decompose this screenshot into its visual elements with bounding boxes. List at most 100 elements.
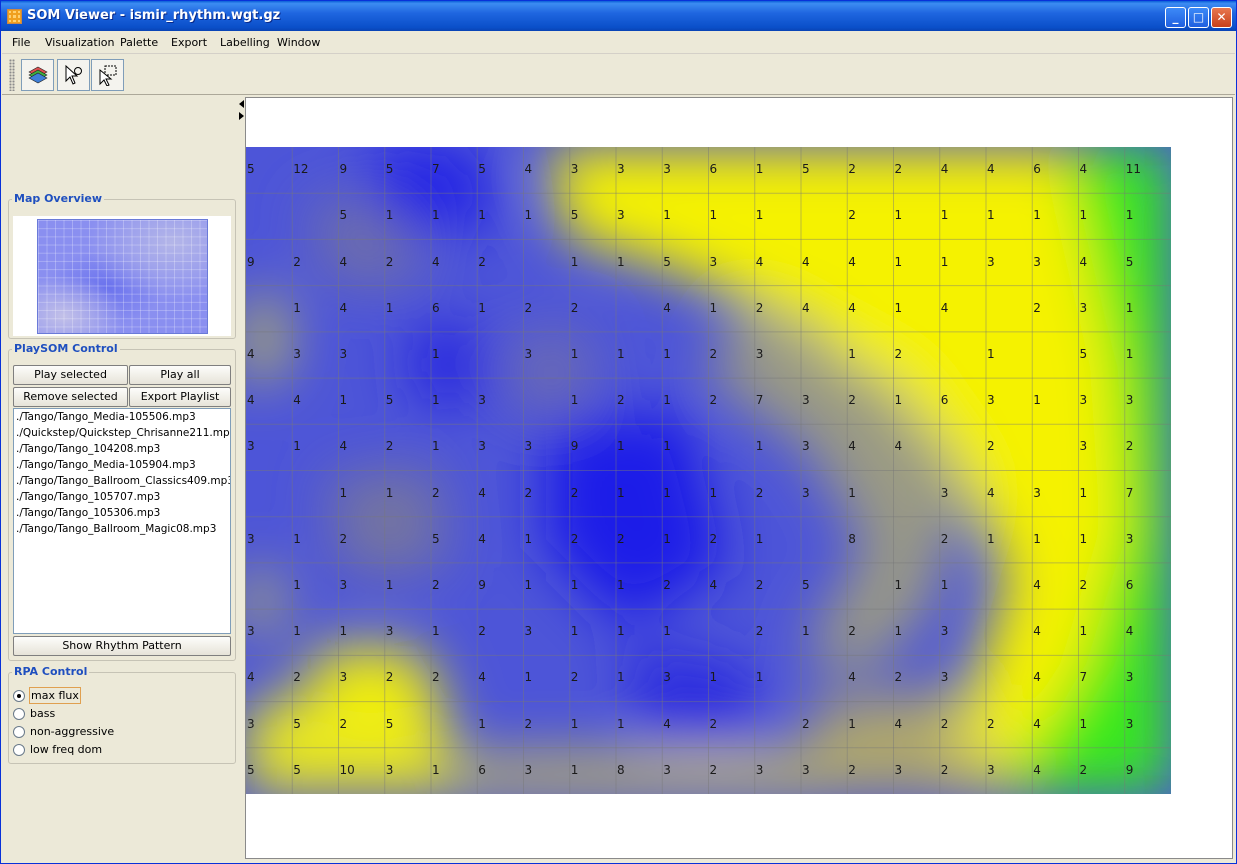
som-unit-count[interactable]: 1	[663, 532, 671, 546]
som-unit-count[interactable]: 2	[1080, 578, 1088, 592]
som-unit-count[interactable]: 4	[525, 162, 533, 176]
som-unit-count[interactable]: 1	[663, 208, 671, 222]
som-unit-count[interactable]: 2	[895, 347, 903, 361]
som-unit-count[interactable]: 1	[895, 301, 903, 315]
som-unit-count[interactable]: 3	[802, 393, 810, 407]
som-unit-count[interactable]: 4	[432, 255, 440, 269]
som-unit-count[interactable]: 1	[710, 486, 718, 500]
som-heatmap[interactable]: 5 12 9 5 7 5 4 3 3 3 6 1 5 2 2 4 4 6 4 11 5 1 1 1 1 5 3 1 1 1 2 1 1 1 1 1 1 9…	[246, 147, 1171, 794]
som-unit-count[interactable]: 5	[432, 532, 440, 546]
som-unit-count[interactable]: 1	[478, 301, 486, 315]
som-unit-count[interactable]: 1	[571, 717, 579, 731]
maximize-button[interactable]: □	[1188, 7, 1209, 28]
som-unit-count[interactable]: 2	[571, 670, 579, 684]
som-unit-count[interactable]: 5	[478, 162, 486, 176]
som-unit-count[interactable]: 1	[663, 624, 671, 638]
som-unit-count[interactable]: 3	[617, 208, 625, 222]
playlist-item[interactable]: ./Tango/Tango_Media-105904.mp3	[14, 457, 230, 473]
som-unit-count[interactable]: 2	[525, 301, 533, 315]
som-unit-count[interactable]: 1	[340, 486, 348, 500]
som-unit-count[interactable]: 4	[478, 486, 486, 500]
som-unit-count[interactable]: 3	[802, 763, 810, 777]
show-rhythm-pattern-button[interactable]: Show Rhythm Pattern	[13, 636, 231, 656]
som-unit-count[interactable]: 2	[386, 670, 394, 684]
play-all-button[interactable]: Play all	[129, 365, 231, 385]
radio-button[interactable]	[13, 744, 25, 756]
remove-selected-button[interactable]: Remove selected	[13, 387, 128, 407]
som-unit-count[interactable]: 5	[571, 208, 579, 222]
playlist-item[interactable]: ./Tango/Tango_Ballroom_Classics409.mp3	[14, 473, 230, 489]
som-unit-count[interactable]: 2	[663, 578, 671, 592]
som-unit-count[interactable]: 4	[987, 162, 995, 176]
som-unit-count[interactable]: 3	[1033, 486, 1041, 500]
som-unit-count[interactable]: 1	[710, 670, 718, 684]
som-unit-count[interactable]: 1	[941, 255, 949, 269]
som-unit-count[interactable]: 3	[802, 439, 810, 453]
menu-labelling[interactable]: Labelling	[220, 36, 270, 49]
som-unit-count[interactable]: 3	[525, 347, 533, 361]
som-unit-count[interactable]: 1	[525, 670, 533, 684]
playlist[interactable]: ./Tango/Tango_Media-105506.mp3 ./Quickst…	[13, 408, 231, 634]
expand-right-icon[interactable]	[239, 112, 244, 120]
som-unit-count[interactable]: 2	[756, 486, 764, 500]
som-unit-count[interactable]: 4	[848, 439, 856, 453]
som-unit-count[interactable]: 4	[941, 162, 949, 176]
som-unit-count[interactable]: 4	[663, 301, 671, 315]
som-unit-count[interactable]: 1	[478, 208, 486, 222]
som-unit-count[interactable]: 1	[1033, 532, 1041, 546]
som-unit-count[interactable]: 1	[1033, 208, 1041, 222]
som-unit-count[interactable]: 2	[432, 670, 440, 684]
som-unit-count[interactable]: 1	[340, 624, 348, 638]
som-unit-count[interactable]: 4	[1033, 717, 1041, 731]
som-unit-count[interactable]: 5	[386, 393, 394, 407]
som-unit-count[interactable]: 2	[432, 578, 440, 592]
som-unit-count[interactable]: 1	[386, 301, 394, 315]
som-unit-count[interactable]: 4	[1033, 578, 1041, 592]
som-unit-count[interactable]: 1	[1080, 624, 1088, 638]
som-unit-count[interactable]: 3	[987, 255, 995, 269]
som-unit-count[interactable]: 8	[617, 763, 625, 777]
som-unit-count[interactable]: 1	[617, 255, 625, 269]
som-unit-count[interactable]: 3	[617, 162, 625, 176]
som-unit-count[interactable]: 4	[848, 670, 856, 684]
som-unit-count[interactable]: 2	[941, 532, 949, 546]
radio-button[interactable]	[13, 708, 25, 720]
som-unit-count[interactable]: 3	[478, 439, 486, 453]
som-unit-count[interactable]: 1	[895, 208, 903, 222]
som-unit-count[interactable]: 4	[247, 393, 255, 407]
som-unit-count[interactable]: 1	[617, 486, 625, 500]
som-unit-count[interactable]: 2	[1033, 301, 1041, 315]
som-unit-count[interactable]: 4	[802, 301, 810, 315]
som-unit-count[interactable]: 1	[663, 347, 671, 361]
som-unit-count[interactable]: 2	[386, 439, 394, 453]
playlist-item[interactable]: ./Quickstep/Quickstep_Chrisanne211.mp3	[14, 425, 230, 441]
som-unit-count[interactable]: 4	[895, 439, 903, 453]
som-unit-count[interactable]: 7	[432, 162, 440, 176]
som-unit-count[interactable]: 1	[571, 393, 579, 407]
som-unit-count[interactable]: 2	[848, 393, 856, 407]
som-unit-count[interactable]: 6	[1033, 162, 1041, 176]
som-unit-count[interactable]: 3	[1126, 393, 1134, 407]
som-unit-count[interactable]: 11	[1126, 162, 1141, 176]
som-unit-count[interactable]: 1	[432, 208, 440, 222]
som-unit-count[interactable]: 2	[293, 670, 301, 684]
som-unit-count[interactable]: 1	[1126, 301, 1134, 315]
som-unit-count[interactable]: 1	[941, 578, 949, 592]
som-unit-count[interactable]: 2	[710, 347, 718, 361]
som-unit-count[interactable]: 4	[1080, 255, 1088, 269]
som-unit-count[interactable]: 9	[340, 162, 348, 176]
som-unit-count[interactable]: 2	[756, 301, 764, 315]
som-unit-count[interactable]: 1	[571, 624, 579, 638]
som-unit-count[interactable]: 1	[848, 347, 856, 361]
zoom-cursor-button[interactable]	[57, 59, 90, 91]
som-unit-count[interactable]: 1	[432, 347, 440, 361]
som-unit-count[interactable]: 2	[478, 624, 486, 638]
som-unit-count[interactable]: 2	[848, 763, 856, 777]
som-unit-count[interactable]: 9	[478, 578, 486, 592]
som-unit-count[interactable]: 1	[1033, 393, 1041, 407]
som-unit-count[interactable]: 3	[987, 393, 995, 407]
playlist-item[interactable]: ./Tango/Tango_105306.mp3	[14, 505, 230, 521]
som-unit-count[interactable]: 3	[802, 486, 810, 500]
som-unit-count[interactable]: 4	[987, 486, 995, 500]
som-unit-count[interactable]: 1	[848, 486, 856, 500]
